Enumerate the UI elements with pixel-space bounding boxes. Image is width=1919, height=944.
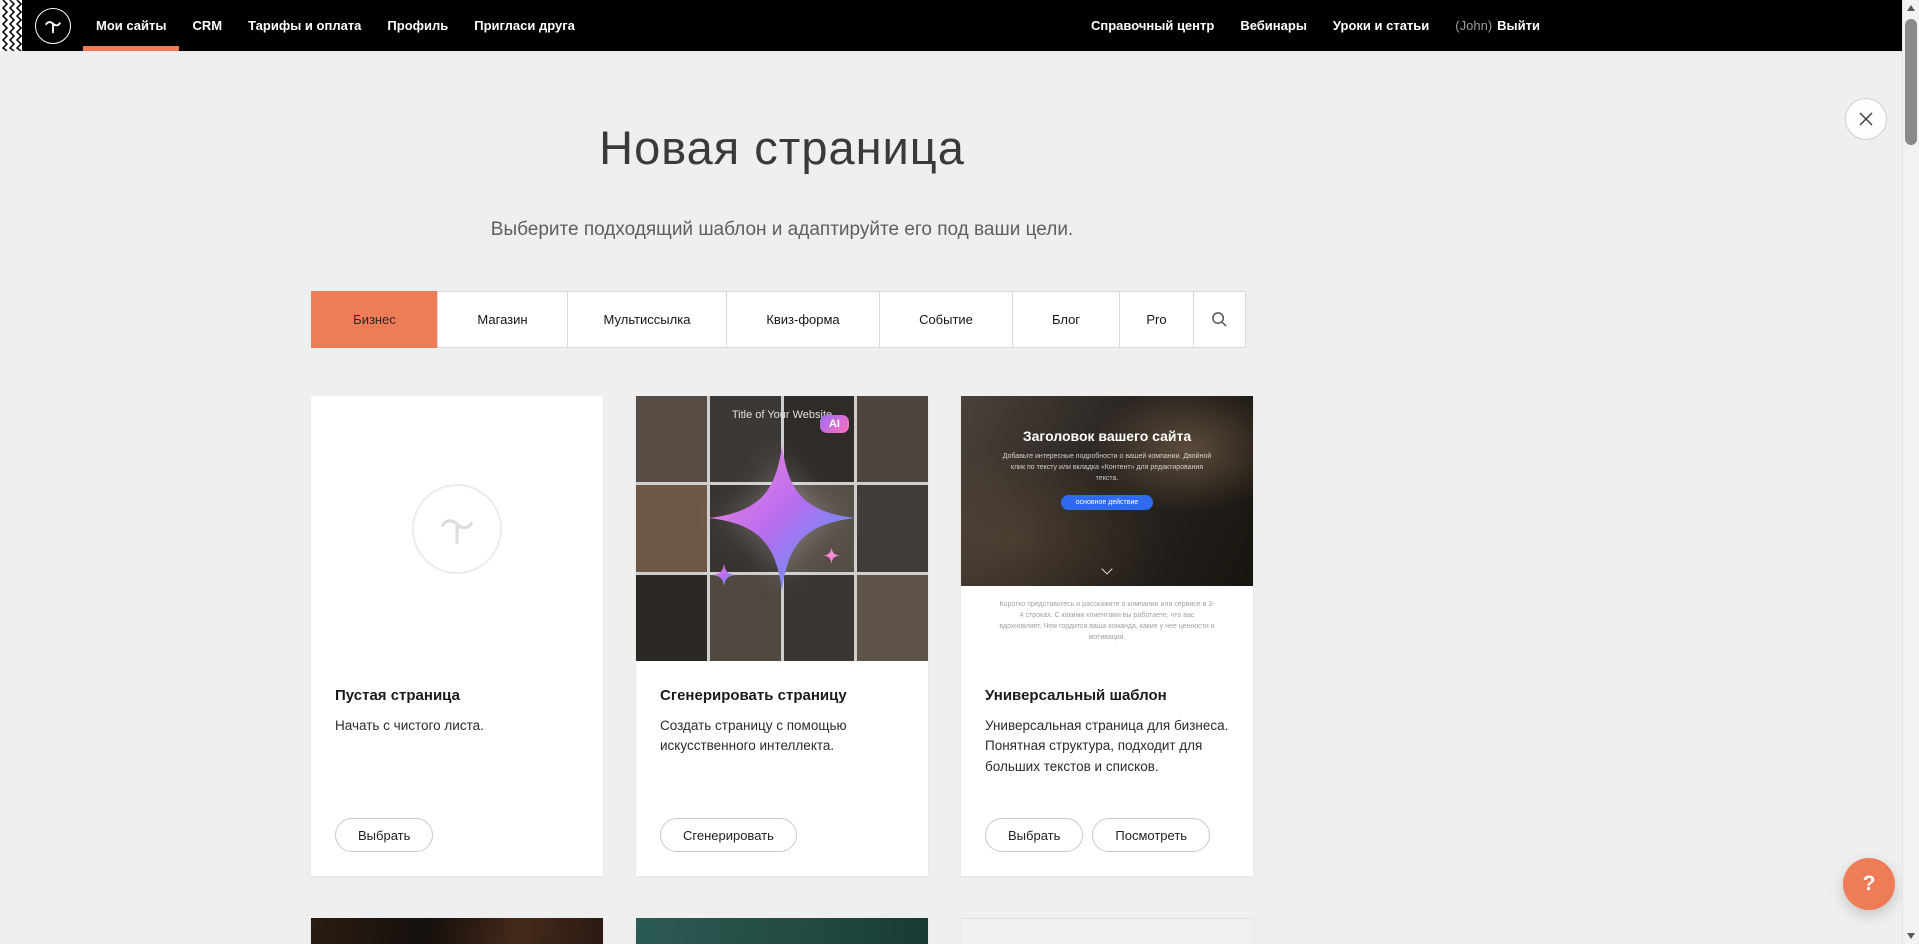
top-navbar: Мои сайты CRM Тарифы и оплата Профиль Пр… [0,0,1919,51]
nav-item-crm[interactable]: CRM [179,0,235,51]
tilda-watermark-icon [412,484,502,574]
page-title: Новая страница [311,120,1253,175]
template-card-universal: Заголовок вашего сайта Добавьте интересн… [961,396,1253,876]
blank-template-preview [311,396,603,661]
card-description: Начать с чистого листа. [335,716,579,736]
dialog-header: Новая страница Выберите подходящий шабло… [311,120,1253,241]
nav-item-invite-friend[interactable]: Пригласи друга [461,0,588,51]
scrollbar[interactable] [1902,0,1919,944]
page-subtitle: Выберите подходящий шаблон и адаптируйте… [311,219,1253,241]
tab-business[interactable]: Бизнес [311,291,438,348]
select-universal-button[interactable]: Выбрать [985,818,1083,852]
template-grid: Пустая страница Начать с чистого листа. … [311,396,1253,944]
scrollbar-thumb[interactable] [1905,19,1917,145]
main-menu: Мои сайты CRM Тарифы и оплата Профиль Пр… [83,0,588,51]
card-title: Универсальный шаблон [985,687,1229,704]
universal-template-preview: Заголовок вашего сайта Добавьте интересн… [961,396,1253,661]
ai-template-preview: Title of Your Website AI [636,396,928,661]
tab-store[interactable]: Магазин [437,291,568,348]
card-actions: Сгенерировать [660,818,904,852]
generate-page-button[interactable]: Сгенерировать [660,818,797,852]
chevron-down-icon [1101,563,1112,574]
nav-item-my-sites[interactable]: Мои сайты [83,0,179,51]
close-icon [1858,111,1874,127]
nav-item-help-center[interactable]: Справочный центр [1078,18,1227,33]
card-body: Универсальный шаблон Универсальная стран… [961,661,1253,876]
help-button[interactable]: ? [1843,858,1895,910]
template-card-partial-1 [311,918,603,944]
card-title: Пустая страница [335,687,579,704]
tab-pro[interactable]: Pro [1119,291,1194,348]
category-tabs: Бизнес Магазин Мультиссылка Квиз-форма С… [311,291,1253,348]
select-blank-button[interactable]: Выбрать [335,818,433,852]
logout-label: Выйти [1497,18,1540,33]
preview-subtext: Добавьте интересные подробности о вашей … [999,452,1215,485]
ai-sparkle-tiny-icon [823,547,840,564]
template-preview-partial [636,918,928,944]
template-card-partial-2 [636,918,928,944]
template-card-partial-3 [961,918,1253,944]
card-body: Пустая страница Начать с чистого листа. … [311,661,603,876]
card-body: Сгенерировать страницу Создать страницу … [636,661,928,876]
nav-item-profile[interactable]: Профиль [374,0,461,51]
close-button[interactable] [1845,98,1887,140]
card-title: Сгенерировать страницу [660,687,904,704]
view-universal-button[interactable]: Посмотреть [1092,818,1210,852]
template-card-blank: Пустая страница Начать с чистого листа. … [311,396,603,876]
nav-item-plans-payment[interactable]: Тарифы и оплата [235,0,374,51]
card-actions: Выбрать Посмотреть [985,818,1229,852]
tilda-logo[interactable] [35,8,71,44]
zigzag-pattern-icon [0,0,22,51]
preview-site-title: Title of Your Website [636,409,928,421]
account-logout[interactable]: (John) Выйти [1442,18,1540,33]
tab-quiz-form[interactable]: Квиз-форма [726,291,880,348]
preview-heading: Заголовок вашего сайта [961,396,1253,444]
preview-body-text: Коротко представьтесь и расскажите о ком… [961,586,1253,661]
scroll-up-arrow-icon[interactable] [1907,5,1915,11]
ai-sparkle-small-icon [712,563,736,587]
nav-item-webinars[interactable]: Вебинары [1227,18,1320,33]
tilda-logo-icon [42,15,64,37]
tab-event[interactable]: Событие [879,291,1013,348]
nav-item-lessons[interactable]: Уроки и статьи [1320,18,1442,33]
card-description: Универсальная страница для бизнеса. Поня… [985,716,1229,777]
template-card-generate: Title of Your Website AI Сгенерировать с… [636,396,928,876]
template-preview-partial [311,918,603,944]
app-root: Мои сайты CRM Тарифы и оплата Профиль Пр… [0,0,1919,944]
preview-hero: Заголовок вашего сайта Добавьте интересн… [961,396,1253,586]
tab-multilink[interactable]: Мультиссылка [567,291,727,348]
scroll-down-arrow-icon[interactable] [1907,933,1915,939]
preview-cta-button: основное действие [1061,495,1154,510]
template-preview-partial [961,918,1253,944]
tab-blog[interactable]: Блог [1012,291,1120,348]
search-tab[interactable] [1193,291,1246,348]
card-actions: Выбрать [335,818,579,852]
search-icon [1211,311,1228,328]
card-description: Создать страницу с помощью искусственног… [660,716,904,757]
ai-badge: AI [820,415,849,433]
account-name: (John) [1455,18,1492,33]
new-page-dialog: Новая страница Выберите подходящий шабло… [0,120,1919,944]
secondary-menu: Справочный центр Вебинары Уроки и статьи… [1078,0,1540,51]
